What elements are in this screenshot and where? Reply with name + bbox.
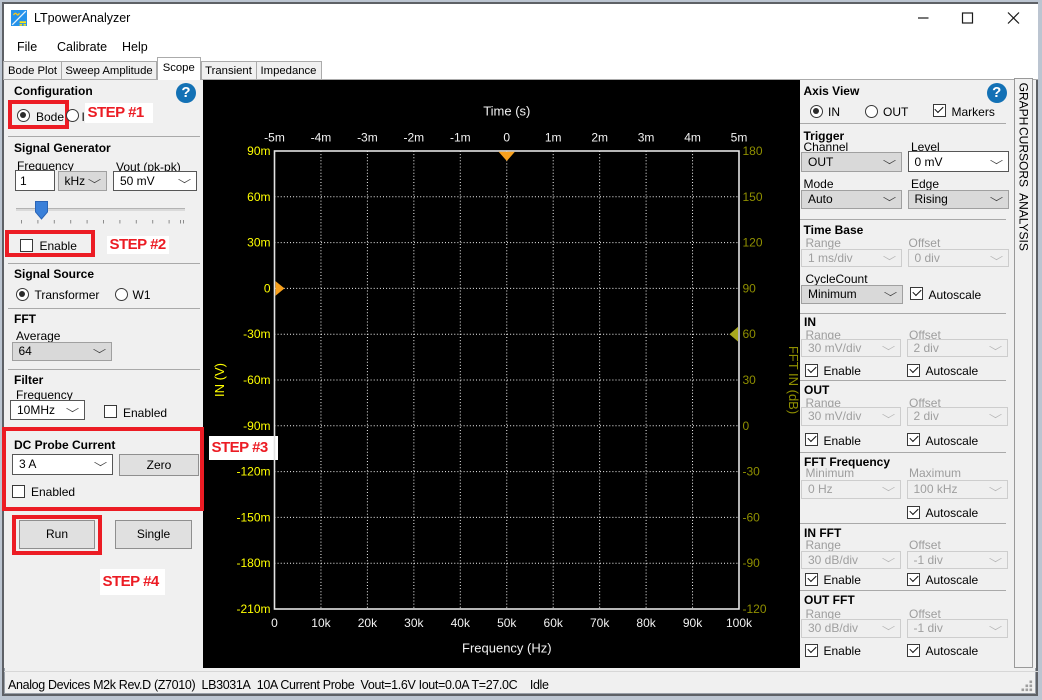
svg-text:180: 180 xyxy=(742,144,762,158)
svg-text:1m: 1m xyxy=(544,131,561,145)
svg-text:2m: 2m xyxy=(591,131,608,145)
svg-text:Frequency (Hz): Frequency (Hz) xyxy=(462,641,552,656)
svg-text:-1m: -1m xyxy=(449,131,470,145)
svg-text:10k: 10k xyxy=(311,616,331,630)
svg-text:-90: -90 xyxy=(742,556,760,570)
svg-text:0: 0 xyxy=(263,281,270,295)
svg-text:20k: 20k xyxy=(357,616,377,630)
svg-text:-60m: -60m xyxy=(243,373,270,387)
svg-text:30m: 30m xyxy=(247,236,270,250)
svg-text:-2m: -2m xyxy=(403,131,424,145)
svg-text:-30m: -30m xyxy=(243,327,270,341)
svg-text:3m: 3m xyxy=(637,131,654,145)
svg-text:120: 120 xyxy=(742,236,762,250)
svg-text:-120m: -120m xyxy=(236,465,270,479)
svg-text:4m: 4m xyxy=(684,131,701,145)
svg-text:90m: 90m xyxy=(247,144,270,158)
svg-text:100k: 100k xyxy=(725,616,752,630)
svg-text:70k: 70k xyxy=(589,616,609,630)
svg-text:90k: 90k xyxy=(682,616,702,630)
svg-text:50k: 50k xyxy=(497,616,517,630)
svg-text:-4m: -4m xyxy=(310,131,331,145)
svg-text:80k: 80k xyxy=(636,616,656,630)
svg-text:-60: -60 xyxy=(742,510,760,524)
svg-text:-150m: -150m xyxy=(236,510,270,524)
svg-text:-180m: -180m xyxy=(236,556,270,570)
svg-text:IN (V): IN (V) xyxy=(212,363,227,397)
svg-text:150: 150 xyxy=(742,190,762,204)
svg-text:60: 60 xyxy=(742,327,756,341)
svg-text:0: 0 xyxy=(742,419,749,433)
svg-text:0: 0 xyxy=(503,131,510,145)
svg-text:60k: 60k xyxy=(543,616,563,630)
svg-text:-5m: -5m xyxy=(264,131,285,145)
svg-text:5m: 5m xyxy=(730,131,747,145)
svg-text:60m: 60m xyxy=(247,190,270,204)
svg-text:0: 0 xyxy=(271,616,278,630)
svg-text:30: 30 xyxy=(742,373,756,387)
svg-text:-90m: -90m xyxy=(243,419,270,433)
svg-text:30k: 30k xyxy=(404,616,424,630)
svg-text:-3m: -3m xyxy=(357,131,378,145)
svg-text:-120: -120 xyxy=(742,602,766,616)
svg-text:FFT IN (dB): FFT IN (dB) xyxy=(786,346,801,414)
svg-text:-30: -30 xyxy=(742,465,760,479)
svg-text:-210m: -210m xyxy=(236,602,270,616)
svg-text:90: 90 xyxy=(742,281,756,295)
svg-text:40k: 40k xyxy=(450,616,470,630)
svg-text:Time (s): Time (s) xyxy=(483,104,530,119)
